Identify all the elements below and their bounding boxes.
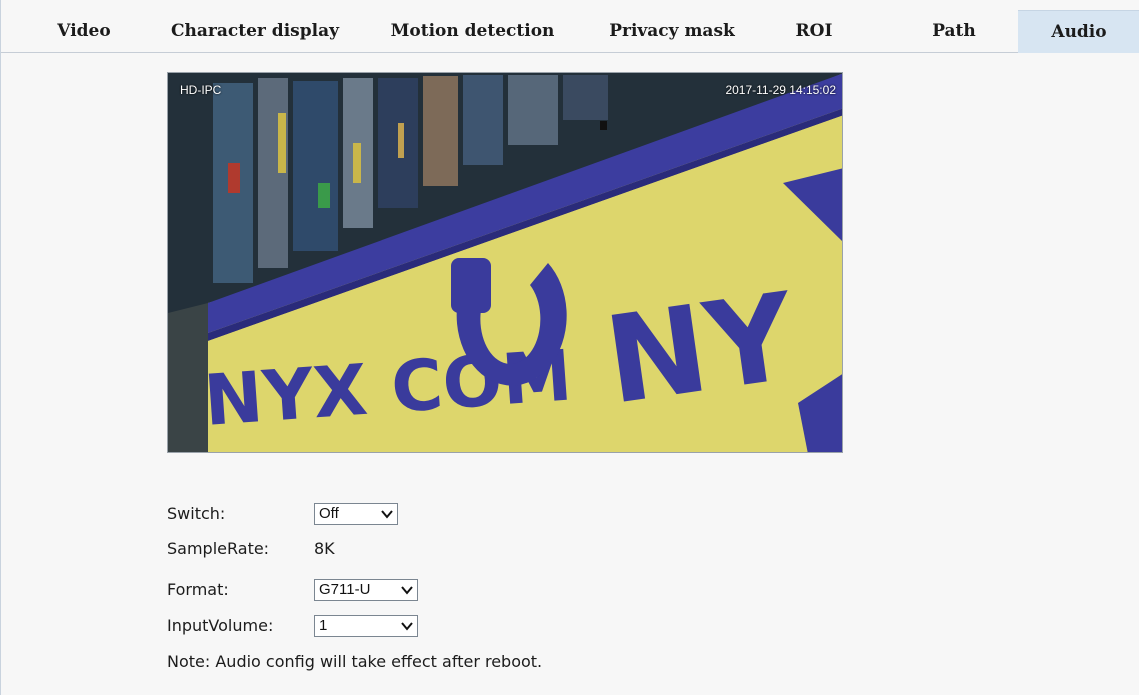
inputvolume-select[interactable]: 1 [314, 615, 418, 637]
tab-video[interactable]: Video [29, 10, 139, 52]
tab-motion-detection[interactable]: Motion detection [371, 10, 574, 52]
samplerate-value: 8K [314, 539, 335, 558]
reboot-note: Note: Audio config will take effect afte… [167, 652, 543, 671]
chevron-down-icon [401, 586, 413, 595]
inputvolume-label: InputVolume: [167, 616, 274, 635]
switch-value: Off [319, 505, 339, 522]
format-select[interactable]: G711-U [314, 579, 418, 601]
tab-privacy-mask[interactable]: Privacy mask [583, 10, 761, 52]
tab-path[interactable]: Path [905, 10, 1003, 52]
samplerate-label: SampleRate: [167, 539, 270, 558]
settings-tab-bar: Video Character display Motion detection… [1, 10, 1139, 53]
tab-roi[interactable]: ROI [771, 10, 857, 52]
svg-text:NY: NY [598, 268, 805, 432]
chevron-down-icon [381, 510, 393, 519]
switch-select[interactable]: Off [314, 503, 398, 525]
inputvolume-value: 1 [319, 617, 328, 634]
tab-character-display[interactable]: Character display [151, 10, 359, 52]
tab-audio[interactable]: Audio [1018, 10, 1139, 53]
chevron-down-icon [401, 622, 413, 631]
camera-scene: NYX COM NY [168, 73, 842, 452]
audio-settings-page: Video Character display Motion detection… [0, 0, 1139, 695]
format-label: Format: [167, 580, 229, 599]
osd-channel-name: HD-IPC [180, 83, 222, 97]
switch-label: Switch: [167, 504, 226, 523]
camera-preview: NYX COM NY HD-IPC 2017-11-29 14:15:02 [167, 72, 843, 453]
format-value: G711-U [319, 581, 371, 598]
osd-timestamp: 2017-11-29 14:15:02 [725, 83, 836, 97]
